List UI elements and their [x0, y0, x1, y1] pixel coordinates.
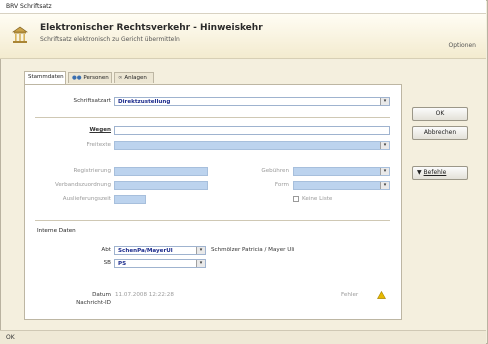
auslieferungszeit-input[interactable] — [114, 195, 146, 204]
ok-button[interactable]: OK — [412, 107, 468, 121]
sb-select[interactable]: PS ▾ — [114, 259, 206, 268]
warning-icon — [377, 291, 386, 299]
sb-label: SB — [103, 260, 111, 266]
window-title: BRV Schriftsatz — [6, 3, 52, 10]
actions-button[interactable]: ▼ Befehle — [412, 166, 468, 180]
schriftsatzart-value: Direktzustellung — [118, 99, 171, 105]
auslieferungszeit-label: Auslieferungszeit — [62, 196, 111, 202]
verbandszuordnung-input[interactable] — [114, 181, 208, 190]
form-label: Form — [274, 182, 289, 188]
stammdaten-panel: Schriftsatzart Direktzustellung ▾ Wegen … — [24, 84, 402, 320]
registrierung-label: Registrierung — [73, 168, 111, 174]
abt-select[interactable]: SchenPa/MayerUl ▾ — [114, 246, 206, 255]
divider — [35, 220, 390, 221]
registrierung-input[interactable] — [114, 167, 208, 176]
tab-label: Stammdaten — [28, 74, 64, 80]
gebuehren-label: Gebühren — [261, 168, 289, 174]
window-titlebar: BRV Schriftsatz — [0, 0, 486, 14]
chevron-down-icon[interactable]: ▾ — [380, 168, 389, 175]
verbandszuordnung-label: Verbandszuordnung — [55, 182, 111, 188]
dialog-header: Elektronischer Rechtsverkehr - Hinweiske… — [0, 14, 486, 59]
tab-label: Anlagen — [124, 75, 147, 81]
datum-label: Datum — [92, 292, 111, 298]
wegen-label: Wegen — [89, 127, 111, 133]
status-text: OK — [6, 334, 15, 341]
divider — [35, 117, 390, 118]
tab-anlagen[interactable]: ∞ Anlagen — [114, 72, 154, 83]
tab-stammdaten[interactable]: Stammdaten — [24, 71, 66, 84]
people-icon: ●● — [72, 75, 82, 81]
fehler-label: Fehler — [341, 292, 359, 298]
chevron-down-icon[interactable]: ▾ — [196, 260, 205, 267]
nachricht-id-label: Nachricht-ID — [76, 300, 111, 306]
sb-value: PS — [118, 261, 127, 267]
paperclip-icon: ∞ — [118, 75, 123, 81]
courthouse-icon — [12, 26, 28, 43]
freitexte-select[interactable]: ▾ — [114, 141, 390, 150]
tab-label: Personen — [83, 75, 109, 81]
keine-liste-label: Keine Liste — [302, 196, 333, 202]
tab-personen[interactable]: ●● Personen — [68, 72, 112, 83]
actions-button-label: Befehle — [423, 169, 447, 176]
schriftsatzart-label: Schriftsatzart — [73, 98, 111, 104]
options-link[interactable]: Optionen — [448, 42, 476, 49]
internal-data-heading: Interne Daten — [37, 228, 76, 234]
freitexte-label: Freitexte — [86, 142, 111, 148]
keine-liste-checkbox[interactable] — [293, 196, 299, 202]
abt-value: SchenPa/MayerUl — [118, 248, 173, 254]
chevron-down-icon[interactable]: ▾ — [196, 247, 205, 254]
dialog-title: Elektronischer Rechtsverkehr - Hinweiske… — [40, 23, 263, 33]
chevron-down-icon[interactable]: ▾ — [380, 98, 389, 105]
wegen-input[interactable] — [114, 126, 390, 135]
abt-label: Abt — [101, 247, 111, 253]
dialog-subtitle: Schriftsatz elektronisch zu Gericht über… — [40, 36, 180, 43]
schriftsatzart-select[interactable]: Direktzustellung ▾ — [114, 97, 390, 106]
status-bar: OK — [0, 330, 486, 344]
form-select[interactable]: ▾ — [293, 181, 390, 190]
gebuehren-select[interactable]: ▾ — [293, 167, 390, 176]
cancel-button[interactable]: Abbrechen — [412, 126, 468, 140]
abt-note: Schmölzer Patricia / Mayer Uli — [211, 247, 295, 253]
datum-value: 11.07.2008 12:22:28 — [115, 292, 174, 298]
chevron-down-icon[interactable]: ▾ — [380, 182, 389, 189]
chevron-down-icon[interactable]: ▾ — [380, 142, 389, 149]
triangle-down-icon: ▼ — [417, 169, 422, 176]
